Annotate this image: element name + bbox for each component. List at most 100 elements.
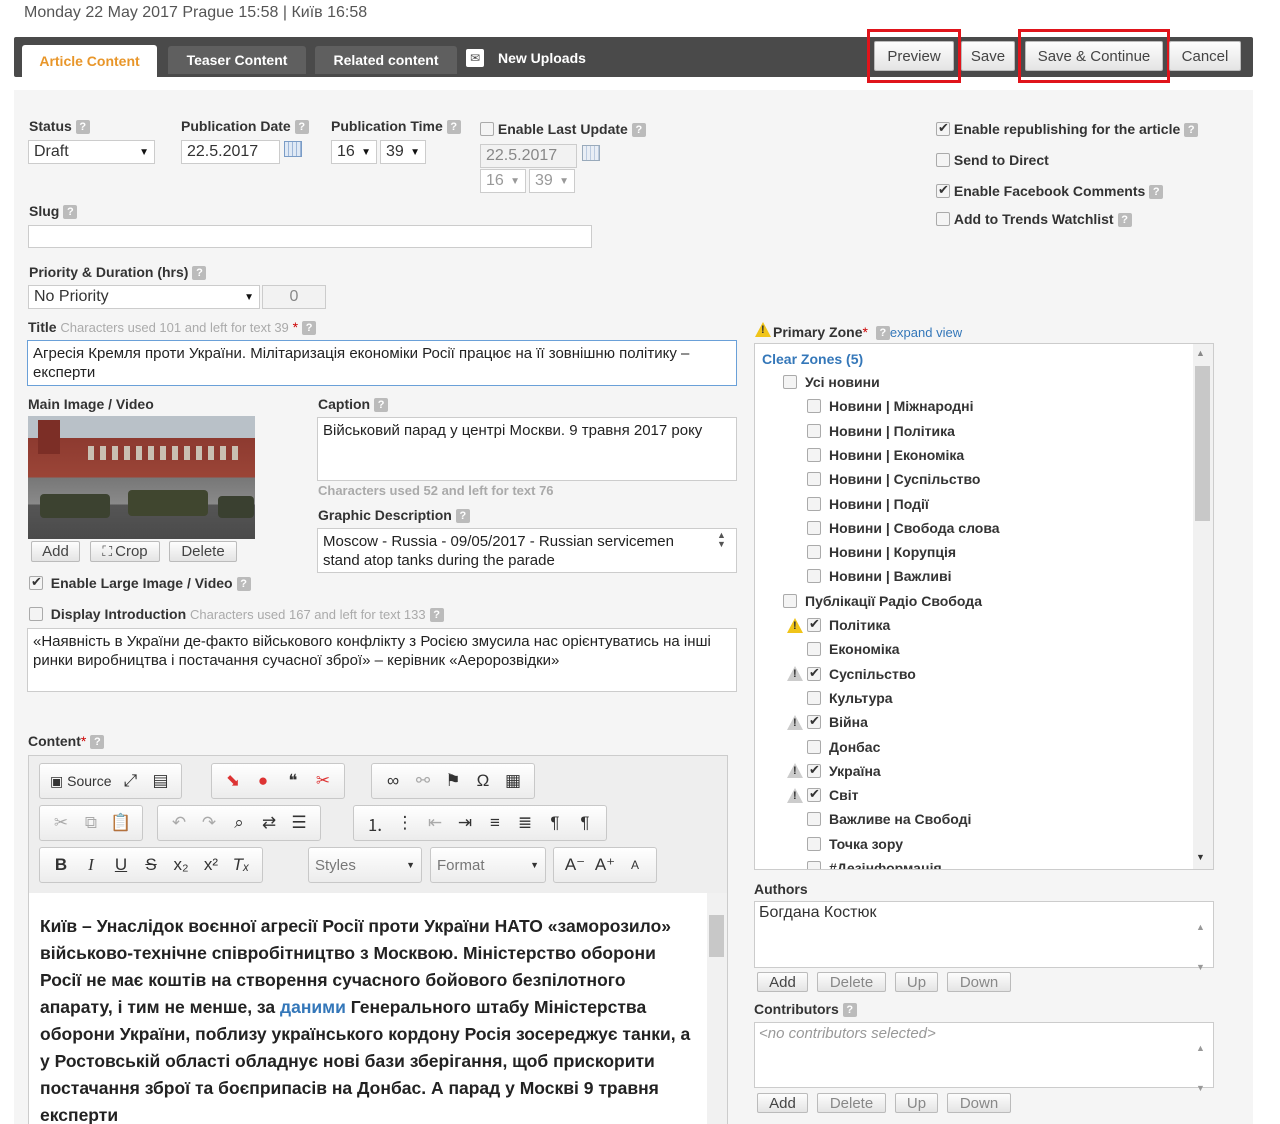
help-icon[interactable]: ? xyxy=(1117,213,1132,227)
align-right-icon[interactable]: ≣ xyxy=(510,807,540,839)
zone-checkbox[interactable] xyxy=(807,569,821,584)
special-char-icon[interactable]: Ω xyxy=(468,765,498,797)
calendar-icon[interactable] xyxy=(284,141,302,157)
select-all-icon[interactable]: ☰ xyxy=(284,807,314,839)
format-dropdown[interactable]: Format ▼ xyxy=(430,847,546,883)
publication-date-input[interactable]: 22.5.2017 xyxy=(181,140,280,164)
show-blocks-icon[interactable]: ▤ xyxy=(145,765,175,797)
tab-new-uploads[interactable]: New Uploads xyxy=(498,50,586,66)
link-icon[interactable]: ∞ xyxy=(378,765,408,797)
tab-article-content[interactable]: Article Content xyxy=(22,45,157,77)
bold-icon[interactable]: B xyxy=(46,849,76,881)
replace-icon[interactable]: ⇄ xyxy=(254,807,284,839)
contributors-up-button[interactable]: Up xyxy=(895,1093,938,1113)
expand-view-link[interactable]: expand view xyxy=(890,325,962,340)
zone-checkbox[interactable] xyxy=(807,812,821,827)
help-icon[interactable]: ? xyxy=(294,120,309,134)
send-direct-checkbox[interactable] xyxy=(936,153,950,167)
contributors-delete-button[interactable]: Delete xyxy=(817,1093,886,1113)
zone-item[interactable]: Політика xyxy=(787,616,890,633)
help-icon[interactable]: ? xyxy=(90,735,105,749)
zone-item[interactable]: Новини | Свобода слова xyxy=(807,520,1000,536)
publication-minute-select[interactable]: 39 ▼ xyxy=(380,140,426,164)
zone-checkbox[interactable] xyxy=(807,786,821,803)
help-icon[interactable]: ? xyxy=(875,326,890,340)
contributors-down-button[interactable]: Down xyxy=(947,1093,1011,1113)
display-introduction-checkbox[interactable] xyxy=(29,607,43,621)
tab-related-content[interactable]: Related content xyxy=(315,46,457,74)
last-update-hour-select[interactable]: 16 ▼ xyxy=(480,169,526,193)
preview-button[interactable]: Preview xyxy=(874,41,954,71)
zone-checkbox[interactable] xyxy=(807,423,821,438)
table-icon[interactable]: ▦ xyxy=(498,765,528,797)
help-icon[interactable]: ? xyxy=(75,120,90,134)
help-icon[interactable]: ? xyxy=(1149,185,1164,199)
zone-item[interactable]: Новини | Корупція xyxy=(807,544,956,560)
authors-scroll-icon[interactable]: ▲ ▼ xyxy=(1196,907,1205,987)
zone-item[interactable]: Новини | Суспільство xyxy=(807,471,980,487)
outdent-icon[interactable]: ⇤ xyxy=(420,807,450,839)
styles-dropdown[interactable]: Styles ▼ xyxy=(308,847,422,883)
zone-checkbox[interactable] xyxy=(807,520,821,535)
zone-item[interactable]: Новини | Міжнародні xyxy=(807,398,974,414)
remove-format-icon[interactable]: Tₓ xyxy=(226,849,256,881)
underline-icon[interactable]: U xyxy=(106,849,136,881)
zone-item[interactable]: Світ xyxy=(787,786,858,803)
zones-scrollbar[interactable]: ▲ ▼ xyxy=(1193,344,1213,869)
zone-item[interactable]: Економіка xyxy=(807,641,900,657)
zone-checkbox[interactable] xyxy=(807,690,821,705)
contributors-add-button[interactable]: Add xyxy=(757,1093,808,1113)
map-pin-icon[interactable]: ● xyxy=(248,765,278,797)
undo-icon[interactable]: ↶ xyxy=(164,807,194,839)
authors-down-button[interactable]: Down xyxy=(947,972,1011,992)
numbered-list-icon[interactable]: ⒈ xyxy=(360,807,390,839)
trends-checkbox[interactable] xyxy=(936,212,950,226)
indent-icon[interactable]: ⇥ xyxy=(450,807,480,839)
source-icon[interactable]: ▣ Source xyxy=(46,765,115,797)
decrease-font-icon[interactable]: A⁻ xyxy=(560,849,590,881)
redo-icon[interactable]: ↷ xyxy=(194,807,224,839)
image-add-button[interactable]: Add xyxy=(31,541,80,562)
publication-hour-select[interactable]: 16 ▼ xyxy=(331,140,377,164)
remove-media-icon[interactable]: ✂ xyxy=(308,765,338,797)
authors-list[interactable]: Богдана Костюк xyxy=(754,901,1214,968)
help-icon[interactable]: ? xyxy=(842,1003,857,1017)
slug-input[interactable] xyxy=(28,225,592,248)
main-image-thumbnail[interactable] xyxy=(28,416,255,539)
help-icon[interactable]: ? xyxy=(455,509,470,523)
republish-checkbox[interactable] xyxy=(936,120,950,136)
zone-checkbox[interactable] xyxy=(807,496,821,511)
zone-checkbox[interactable] xyxy=(783,593,797,608)
insert-image-icon[interactable]: ⬊ xyxy=(218,765,248,797)
align-left-icon[interactable]: ≡ xyxy=(480,807,510,839)
zone-checkbox[interactable] xyxy=(807,447,821,462)
calendar-icon[interactable] xyxy=(582,145,600,161)
subscript-icon[interactable]: x₂ xyxy=(166,849,196,881)
title-input[interactable]: Агресія Кремля проти України. Мілітариза… xyxy=(27,340,737,386)
zone-item[interactable]: Важливе на Свободі xyxy=(807,811,971,827)
zone-item[interactable]: #Дезінформація xyxy=(807,860,942,869)
zone-checkbox[interactable] xyxy=(807,472,821,487)
zone-checkbox[interactable] xyxy=(807,642,821,657)
help-icon[interactable]: ? xyxy=(192,266,207,280)
enable-large-image-checkbox[interactable] xyxy=(29,574,43,590)
help-icon[interactable]: ? xyxy=(374,398,389,412)
zone-item[interactable]: Точка зору xyxy=(807,836,903,852)
scroll-down-icon[interactable]: ▼ xyxy=(1196,852,1205,862)
zone-item[interactable]: Війна xyxy=(787,713,868,730)
content-link[interactable]: даними xyxy=(280,997,346,1017)
help-icon[interactable]: ? xyxy=(302,321,317,335)
zone-checkbox[interactable] xyxy=(807,861,821,869)
graphic-description-input[interactable]: Moscow - Russia - 09/05/2017 - Russian s… xyxy=(317,528,737,573)
zone-item[interactable]: Донбас xyxy=(807,739,880,755)
cut-icon[interactable]: ✂ xyxy=(46,807,76,839)
help-icon[interactable]: ? xyxy=(429,608,444,622)
paste-icon[interactable]: 📋 xyxy=(106,807,136,839)
cancel-button[interactable]: Cancel xyxy=(1169,41,1241,71)
authors-up-button[interactable]: Up xyxy=(895,972,938,992)
editor-scrollbar[interactable] xyxy=(707,893,727,1124)
contributors-scroll-icon[interactable]: ▲ ▼ xyxy=(1196,1028,1205,1108)
superscript-icon[interactable]: x² xyxy=(196,849,226,881)
ltr-icon[interactable]: ¶ xyxy=(540,807,570,839)
tab-teaser-content[interactable]: Teaser Content xyxy=(168,46,306,74)
